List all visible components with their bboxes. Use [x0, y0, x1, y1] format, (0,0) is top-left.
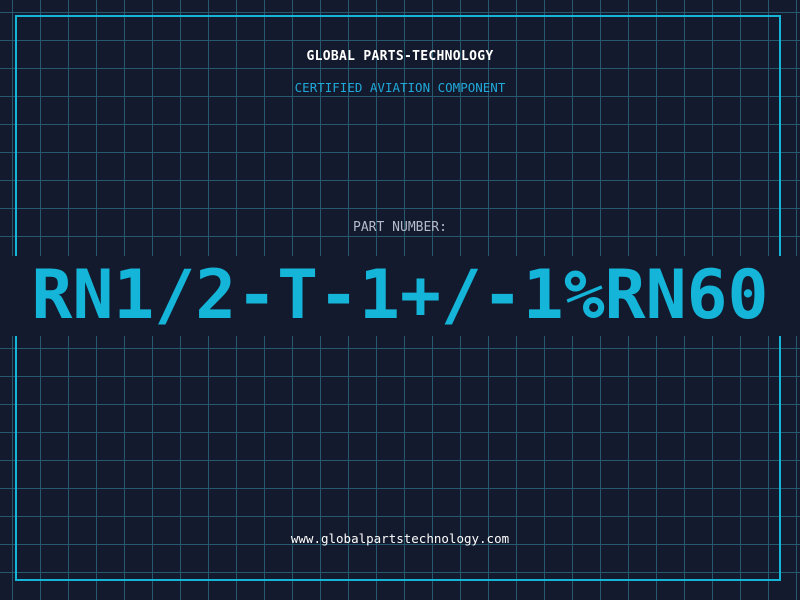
- website-url: www.globalpartstechnology.com: [290, 531, 510, 546]
- company-name: GLOBAL PARTS-TECHNOLOGY: [306, 49, 494, 64]
- part-number-label: PART NUMBER:: [353, 220, 447, 235]
- part-number-band: RN1/2-T-1+/-1%RN60: [0, 256, 800, 336]
- part-number-value: RN1/2-T-1+/-1%RN60: [31, 256, 769, 335]
- certification-subtitle: CERTIFIED AVIATION COMPONENT: [294, 80, 506, 95]
